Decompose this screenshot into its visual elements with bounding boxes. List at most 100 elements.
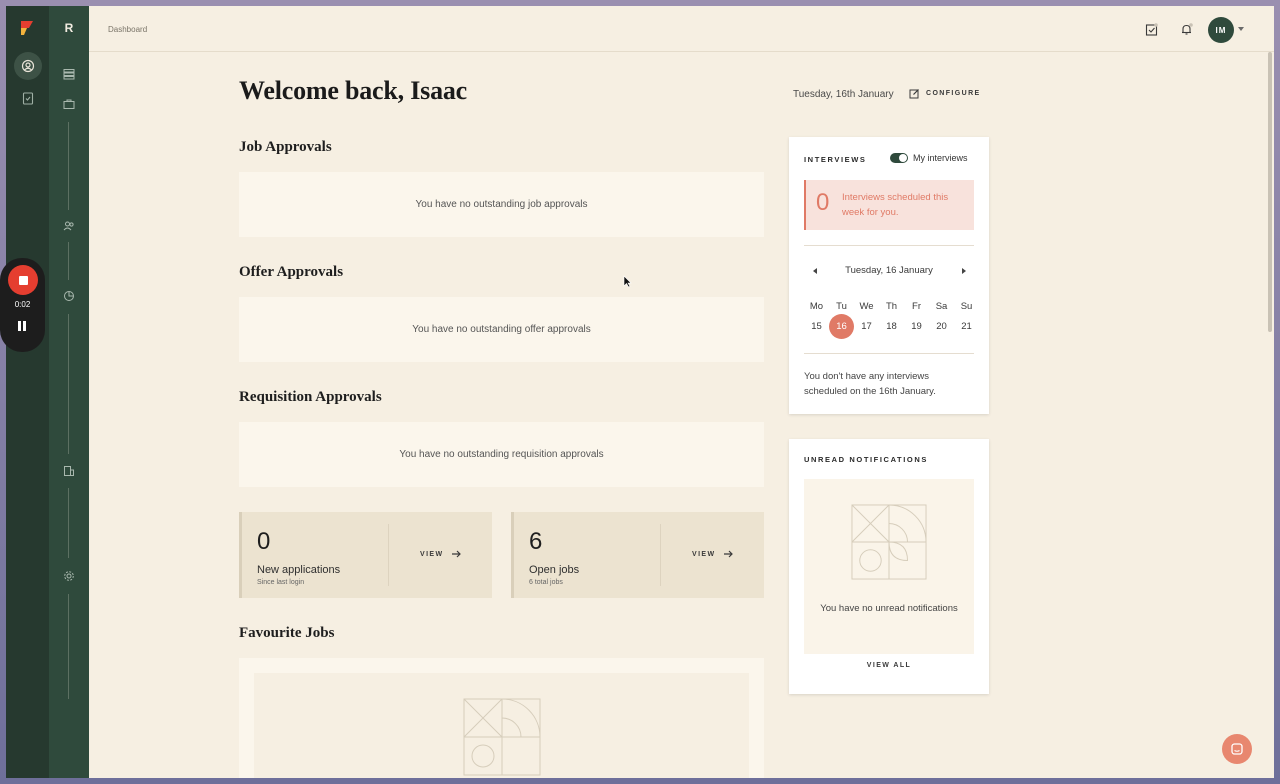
requisition-approvals-card: You have no outstanding requisition appr… (239, 422, 764, 487)
sidebar-divider (68, 314, 69, 454)
interviews-widget: INTERVIEWS My interviews 0 Interviews sc… (789, 137, 989, 414)
people-icon (63, 221, 74, 231)
app-window: R Dashboard IM Welcome back, Isaac Tuesd… (6, 6, 1274, 778)
sidebar-divider (68, 242, 69, 280)
sidebar-item-list[interactable] (61, 66, 77, 82)
scrollbar[interactable] (1266, 52, 1274, 778)
weekday-label: Su (960, 300, 973, 312)
interviews-count-alert: 0 Interviews scheduled this week for you… (804, 180, 974, 230)
tasks-button[interactable] (1144, 22, 1158, 36)
task-check-icon (1145, 22, 1158, 36)
stat-value: 6 (529, 528, 543, 555)
day-number: 16 (836, 320, 847, 332)
calendar-day[interactable]: 21 (954, 321, 979, 332)
divider (804, 245, 974, 246)
chevron-down-icon[interactable] (1238, 27, 1244, 31)
calendar-day[interactable]: 19 (904, 321, 929, 332)
chat-icon (1231, 743, 1243, 755)
breadcrumb[interactable]: Dashboard (108, 25, 147, 34)
requisition-approvals-title: Requisition Approvals (239, 389, 382, 405)
weekday-label: Sa (935, 300, 948, 312)
my-interviews-toggle[interactable]: My interviews (890, 153, 968, 163)
building-icon (64, 466, 74, 476)
page-title: Welcome back, Isaac (239, 76, 468, 105)
view-label: VIEW (692, 550, 716, 558)
day-number: 18 (886, 320, 897, 332)
rail-dashboard-button[interactable] (14, 52, 42, 80)
calendar-day[interactable]: 15 (804, 321, 829, 332)
job-approvals-title: Job Approvals (239, 139, 332, 155)
stat-sublabel: 6 total jobs (529, 579, 563, 586)
scroll-thumb[interactable] (1268, 52, 1272, 332)
view-jobs-button[interactable]: VIEW (692, 550, 734, 558)
pause-icon[interactable] (18, 321, 28, 331)
weekday-label: Mo (809, 300, 824, 312)
gear-icon (64, 571, 74, 581)
briefcase-icon (63, 99, 75, 109)
day-number: 15 (811, 320, 822, 332)
configure-button[interactable]: CONFIGURE (909, 88, 981, 99)
calendar-day[interactable]: 18 (879, 321, 904, 332)
sidebar-item-reports[interactable] (61, 288, 77, 304)
days-row: 15 16 17 18 19 20 21 (804, 313, 979, 339)
avatar[interactable]: IM (1208, 17, 1234, 43)
chevron-right-icon[interactable] (962, 268, 966, 274)
stat-sublabel: Since last login (257, 579, 305, 586)
sidebar-item-people[interactable] (61, 218, 77, 234)
weekday-label: Th (885, 300, 898, 312)
recording-timer: 0:02 (14, 300, 31, 309)
arrow-right-icon (451, 550, 461, 558)
bell-icon (1181, 22, 1193, 35)
weekday-label: Tu (836, 300, 847, 312)
day-number: 20 (936, 320, 947, 332)
notifications-empty-state: You have no unread notifications (804, 479, 974, 654)
empty-illustration-icon (463, 698, 541, 776)
brand-logo-icon[interactable] (19, 20, 35, 36)
calendar-week: Mo Tu We Th Fr Sa Su 15 16 17 18 19 20 2… (804, 296, 979, 339)
calendar-day[interactable]: 20 (929, 321, 954, 332)
offer-approvals-card: You have no outstanding offer approvals (239, 297, 764, 362)
edit-icon (909, 89, 919, 99)
weekday-label: We (859, 300, 874, 312)
sidebar: R (49, 6, 89, 778)
stop-icon (18, 275, 28, 285)
empty-illustration-icon (851, 504, 927, 580)
calendar-day-selected[interactable]: 16 (829, 313, 854, 339)
list-icon (63, 69, 75, 80)
sidebar-item-settings[interactable] (61, 568, 77, 584)
sidebar-divider (68, 594, 69, 699)
workspace-letter[interactable]: R (49, 21, 89, 35)
stat-label: Open jobs (529, 564, 580, 576)
offer-approvals-title: Offer Approvals (239, 264, 344, 280)
interviews-title: INTERVIEWS (804, 155, 867, 164)
divider (804, 353, 974, 354)
rail-tasks-button[interactable] (14, 84, 42, 112)
requisition-approvals-empty: You have no outstanding requisition appr… (399, 449, 604, 460)
arrow-right-icon (723, 550, 733, 558)
weekday-row: Mo Tu We Th Fr Sa Su (804, 296, 979, 316)
stat-value: 0 (257, 528, 271, 555)
stop-recording-button[interactable] (8, 265, 38, 295)
chat-support-button[interactable] (1222, 734, 1252, 764)
toggle-label: My interviews (913, 153, 968, 163)
stat-divider (660, 524, 661, 586)
notifications-title: UNREAD NOTIFICATIONS (804, 455, 928, 464)
day-number: 17 (861, 320, 872, 332)
interviews-count-text: Interviews scheduled this week for you. (842, 192, 949, 218)
toggle-switch[interactable] (890, 153, 908, 163)
view-applications-button[interactable]: VIEW (420, 550, 462, 558)
calendar-date-label: Tuesday, 16 January (845, 265, 933, 276)
calendar-day[interactable]: 17 (854, 321, 879, 332)
favourite-jobs-card (239, 658, 764, 778)
job-approvals-empty: You have no outstanding job approvals (415, 199, 588, 210)
day-number: 21 (961, 320, 972, 332)
sidebar-item-jobs[interactable] (61, 96, 77, 112)
view-all-notifications-button[interactable]: VIEW ALL (789, 662, 989, 669)
sidebar-item-company[interactable] (61, 463, 77, 479)
offer-approvals-empty: You have no outstanding offer approvals (412, 324, 591, 335)
stat-label: New applications (257, 564, 341, 576)
notifications-button[interactable] (1179, 22, 1193, 36)
notifications-empty-text: You have no unread notifications (820, 603, 958, 614)
app-rail (6, 6, 49, 778)
top-bar: Dashboard IM (89, 6, 1274, 52)
